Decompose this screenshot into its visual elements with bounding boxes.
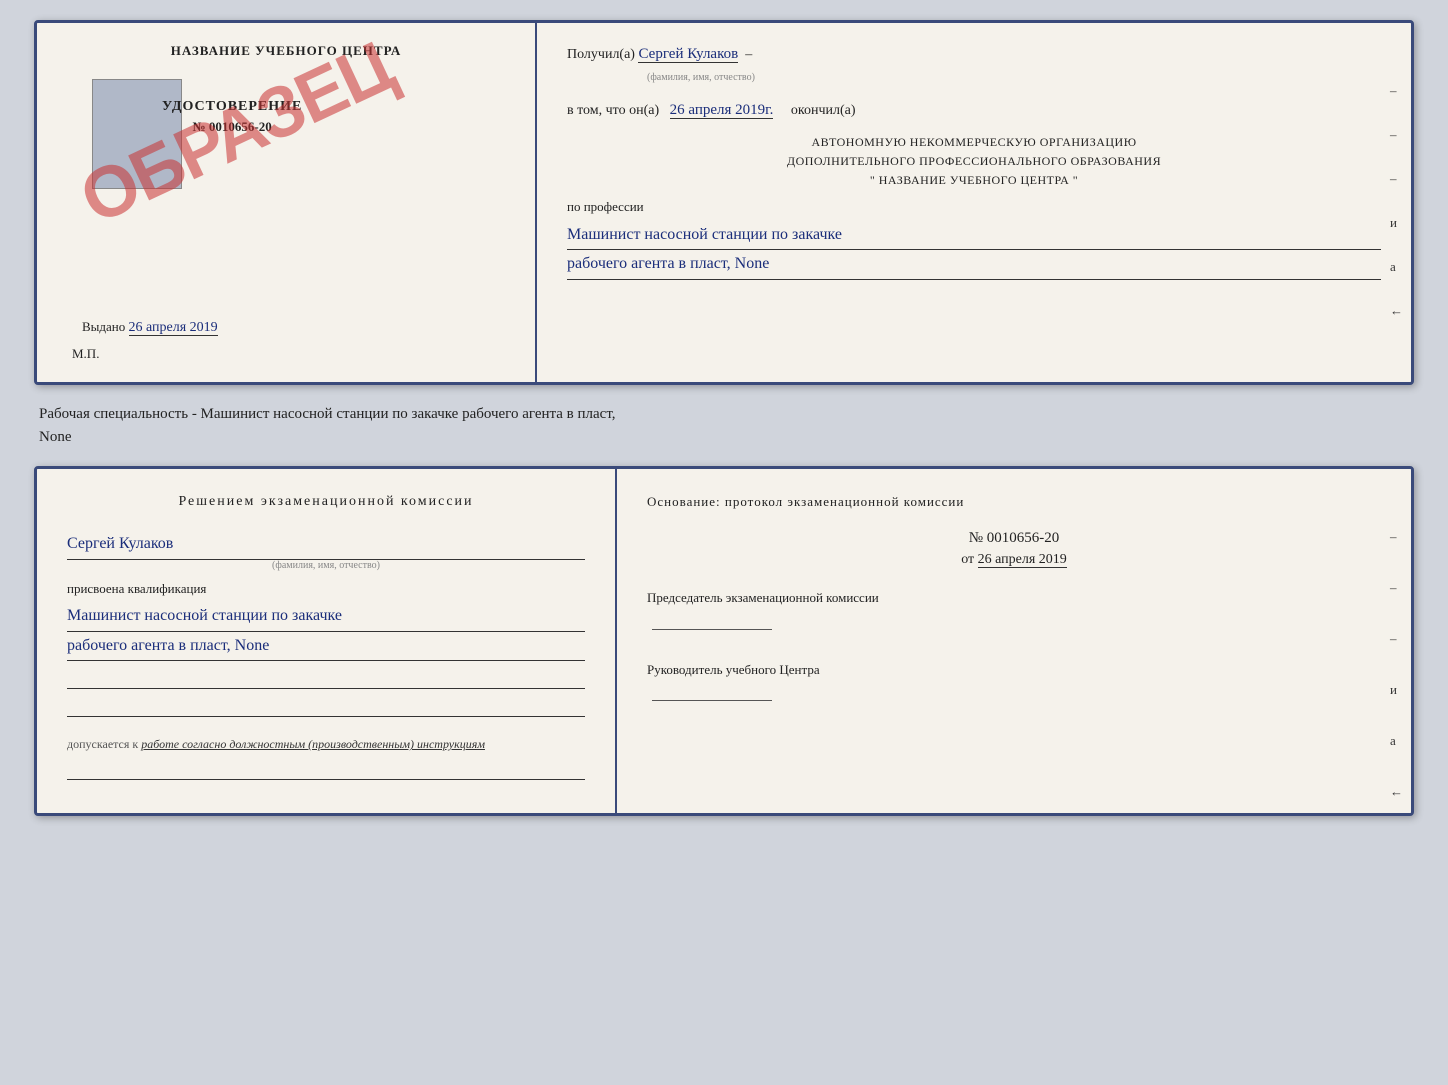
date-label: от [961, 552, 974, 567]
profession-line1: Машинист насосной станции по закачке [567, 221, 1381, 251]
bottom-title: Решением экзаменационной комиссии [67, 494, 585, 510]
bottom-left-panel: Решением экзаменационной комиссии Сергей… [37, 469, 617, 813]
center-line2: ДОПОЛНИТЕЛЬНОГО ПРОФЕССИОНАЛЬНОГО ОБРАЗО… [787, 154, 1161, 168]
sig-underline-2 [67, 697, 585, 717]
po-professii-label: по профессии [567, 199, 644, 214]
middle-text-line1: Рабочая специальность - Машинист насосно… [39, 406, 616, 422]
cert-vydano-label: Выдано [82, 319, 125, 334]
po-professii-row: по профессии [567, 199, 1381, 215]
okonchil-label: окончил(а) [791, 103, 856, 118]
date-value: 26 апреля 2019 [978, 552, 1067, 568]
protocol-number: № 0010656-20 [647, 530, 1381, 547]
right-dashes: – – – и а ← [1390, 83, 1403, 319]
cert-right-panel: Получил(а) Сергей Кулаков – (фамилия, им… [537, 23, 1411, 382]
cert-vydano-block: Выдано 26 апреля 2019 [82, 319, 218, 336]
predsedatel-block: Председатель экзаменационной комиссии [647, 588, 1381, 630]
predsedatel-label: Председатель экзаменационной комиссии [647, 590, 879, 605]
predsedatel-sig-line [652, 612, 772, 630]
cert-main-content: УДОСТОВЕРЕНИЕ № 0010656-20 [62, 69, 510, 189]
cert-udostoverenie-block: УДОСТОВЕРЕНИЕ № 0010656-20 [162, 99, 302, 135]
bottom-profession-line2: рабочего агента в пласт, None [67, 632, 585, 662]
rukovoditel-label: Руководитель учебного Центра [647, 662, 820, 677]
poluchil-name: Сергей Кулаков [638, 46, 738, 63]
center-org-block: АВТОНОМНУЮ НЕКОММЕРЧЕСКУЮ ОРГАНИЗАЦИЮ ДО… [567, 133, 1381, 191]
cert-number: № 0010656-20 [162, 119, 302, 135]
rukovoditel-block: Руководитель учебного Центра [647, 660, 1381, 702]
bottom-right-dashes: – – – и а ← – – – – [1390, 529, 1403, 816]
profession-line2: рабочего агента в пласт, None [567, 250, 1381, 280]
bottom-name: Сергей Кулаков [67, 530, 585, 560]
cert-left-panel: НАЗВАНИЕ УЧЕБНОГО ЦЕНТРА ОБРАЗЕЦ УДОСТОВ… [37, 23, 537, 382]
vtom-label: в том, что он(а) [567, 103, 659, 118]
dopuskaetsya-label: допускается к [67, 737, 138, 751]
middle-text-line2: None [39, 429, 72, 445]
bottom-profession-line1: Машинист насосной станции по закачке [67, 602, 585, 632]
osnovanie-title: Основание: протокол экзаменационной коми… [647, 494, 1381, 510]
vtom-date: 26 апреля 2019г. [670, 102, 774, 119]
bottom-document: Решением экзаменационной комиссии Сергей… [34, 466, 1414, 816]
poluchil-label: Получил(а) [567, 47, 635, 62]
vtom-row: в том, что он(а) 26 апреля 2019г. окончи… [567, 99, 1381, 122]
cert-mp: М.П. [72, 346, 99, 362]
cert-vydano-date: 26 апреля 2019 [129, 320, 218, 336]
sig-underline-1 [67, 669, 585, 689]
middle-text-block: Рабочая специальность - Машинист насосно… [34, 395, 1414, 456]
bottom-right-panel: Основание: протокол экзаменационной коми… [617, 469, 1411, 813]
dopuskaetsya-block: допускается к работе согласно должностны… [67, 737, 585, 752]
fio-hint: (фамилия, имя, отчество) [647, 72, 755, 83]
poluchil-row: Получил(а) Сергей Кулаков – (фамилия, им… [567, 43, 1381, 87]
cert-school-title: НАЗВАНИЕ УЧЕБНОГО ЦЕНТРА [171, 43, 402, 59]
protocol-date-row: от 26 апреля 2019 [647, 552, 1381, 568]
cert-udostoverenie-label: УДОСТОВЕРЕНИЕ [162, 99, 302, 115]
dopuskaetsya-text: работе согласно должностным (производств… [141, 737, 485, 751]
center-line1: АВТОНОМНУЮ НЕКОММЕРЧЕСКУЮ ОРГАНИЗАЦИЮ [811, 135, 1136, 149]
center-line3: " НАЗВАНИЕ УЧЕБНОГО ЦЕНТРА " [870, 173, 1078, 187]
top-document: НАЗВАНИЕ УЧЕБНОГО ЦЕНТРА ОБРАЗЕЦ УДОСТОВ… [34, 20, 1414, 385]
bottom-fio-hint: (фамилия, имя, отчество) [67, 560, 585, 571]
rukovoditel-sig-line [652, 683, 772, 701]
sig-underline-3 [67, 760, 585, 780]
prisvoena-label: присвоена квалификация [67, 581, 585, 597]
